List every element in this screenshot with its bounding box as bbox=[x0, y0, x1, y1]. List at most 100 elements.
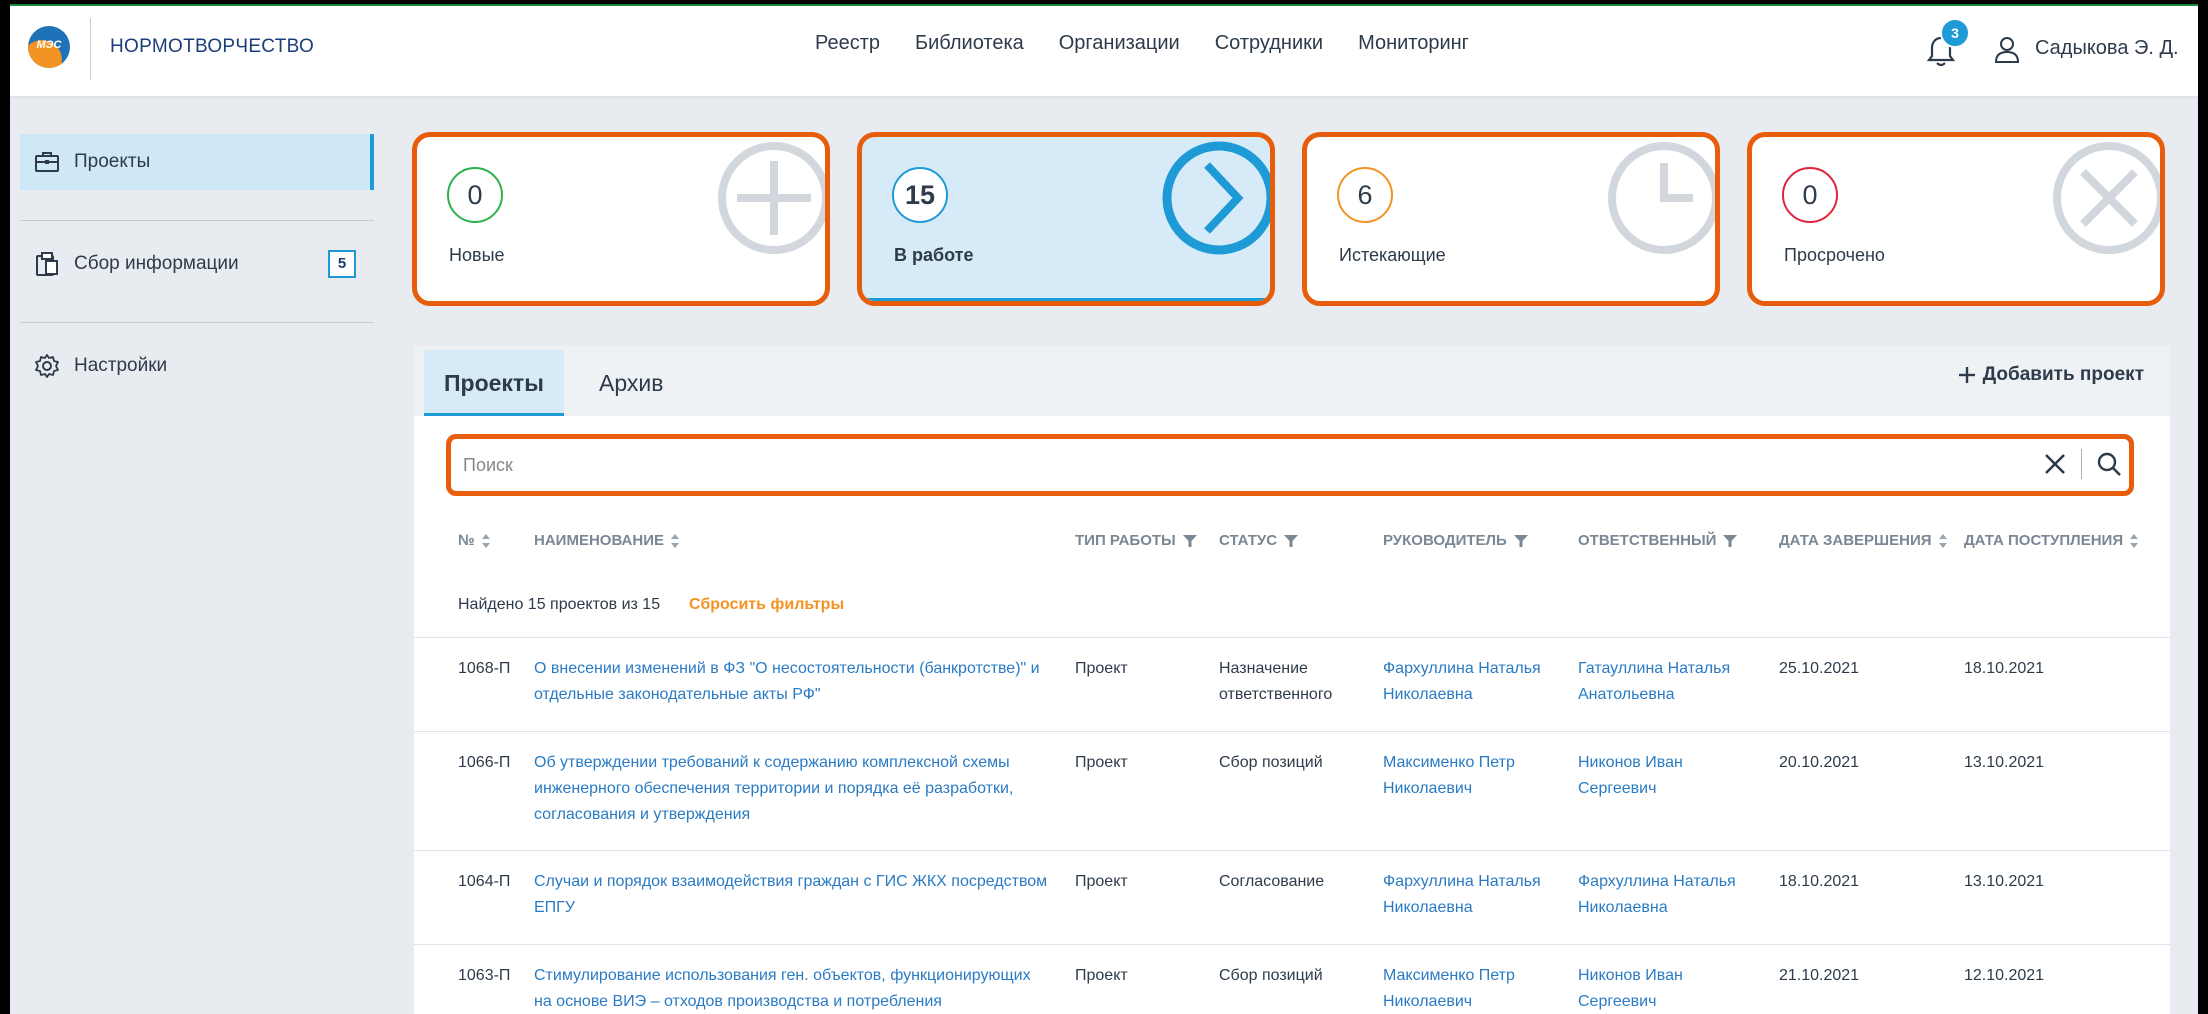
cell-responsible-line: Гатауллина Наталья bbox=[1578, 660, 1731, 677]
cell-head-line: Максименко Петр bbox=[1383, 754, 1515, 771]
sidebar-count-badge: 5 bbox=[328, 250, 356, 278]
row-divider bbox=[414, 944, 2170, 945]
main-nav: Реестр Библиотека Организации Сотрудники… bbox=[815, 32, 1469, 55]
cell-name-line: Стимулирование использования ген. объект… bbox=[534, 967, 1031, 984]
cell-responsible-line: Николаевна bbox=[1578, 899, 1668, 916]
nav-item-employees[interactable]: Сотрудники bbox=[1215, 32, 1323, 55]
cell-responsible[interactable]: Фархуллина Наталья Николаевна bbox=[1578, 869, 1768, 921]
cell-status: Согласование bbox=[1219, 869, 1379, 895]
filter-icon bbox=[1513, 534, 1528, 547]
add-project-button[interactable]: Добавить проект bbox=[1957, 364, 2144, 386]
cell-end-date: 20.10.2021 bbox=[1779, 754, 1860, 771]
sidebar-item-label: Настройки bbox=[74, 355, 168, 376]
cell-status-line: Сбор позиций bbox=[1219, 754, 1323, 771]
logo[interactable]: МЭС bbox=[28, 26, 70, 68]
cell-responsible-line: Сергеевич bbox=[1578, 780, 1657, 797]
card-count: 6 bbox=[1337, 167, 1393, 223]
briefcase-icon bbox=[35, 152, 59, 172]
card-in-progress[interactable]: 15 В работе bbox=[857, 132, 1275, 306]
column-header-end-date[interactable]: ДАТА ЗАВЕРШЕНИЯ bbox=[1779, 532, 1948, 549]
card-label: Просрочено bbox=[1784, 245, 1885, 265]
cell-head[interactable]: Фархуллина Наталья Николаевна bbox=[1383, 656, 1573, 708]
card-expiring[interactable]: 6 Истекающие bbox=[1302, 132, 1720, 306]
column-header-receipt-date[interactable]: ДАТА ПОСТУПЛЕНИЯ bbox=[1964, 532, 2139, 549]
cell-responsible[interactable]: Никонов Иван Сергеевич bbox=[1578, 963, 1768, 1014]
cell-end-date: 18.10.2021 bbox=[1779, 873, 1860, 890]
cell-name-line: О внесении изменений в ФЗ "О несостоятел… bbox=[534, 660, 1040, 677]
nav-item-registry[interactable]: Реестр bbox=[815, 32, 880, 55]
cell-status-line: Назначение bbox=[1219, 660, 1308, 677]
active-card-underline bbox=[862, 298, 1270, 301]
cell-number: 1068-П bbox=[458, 660, 511, 677]
cell-responsible-line: Никонов Иван bbox=[1578, 754, 1683, 771]
logo-divider bbox=[90, 18, 91, 80]
sidebar-item-projects[interactable]: Проекты bbox=[20, 134, 374, 190]
cell-name[interactable]: Случаи и порядок взаимодействия граждан … bbox=[534, 869, 1074, 921]
cell-number: 1063-П bbox=[458, 967, 511, 984]
column-header-responsible[interactable]: ОТВЕТСТВЕННЫЙ bbox=[1578, 532, 1738, 549]
sort-icon bbox=[670, 533, 679, 548]
cell-work-type: Проект bbox=[1075, 754, 1128, 771]
column-header-name[interactable]: НАИМЕНОВАНИЕ bbox=[534, 532, 680, 549]
notification-badge[interactable]: 3 bbox=[1940, 18, 1970, 48]
cell-name-line: Об утверждении требований к содержанию к… bbox=[534, 754, 1010, 771]
sidebar-divider bbox=[20, 322, 374, 323]
tab-projects[interactable]: Проекты bbox=[424, 350, 564, 416]
sort-icon bbox=[1938, 533, 1947, 548]
cell-responsible[interactable]: Гатауллина Наталья Анатольевна bbox=[1578, 656, 1768, 708]
nav-item-organizations[interactable]: Организации bbox=[1059, 32, 1180, 55]
nav-item-monitoring[interactable]: Мониторинг bbox=[1358, 32, 1469, 55]
cell-name[interactable]: Об утверждении требований к содержанию к… bbox=[534, 750, 1074, 828]
cell-head[interactable]: Максименко Петр Николаевич bbox=[1383, 750, 1573, 802]
clear-icon[interactable] bbox=[2042, 451, 2068, 477]
card-new[interactable]: 0 Новые bbox=[412, 132, 830, 306]
cell-name-line: на основе ВИЭ – отходов производства и п… bbox=[534, 993, 942, 1010]
gear-icon bbox=[35, 354, 59, 378]
search-divider bbox=[2081, 449, 2082, 479]
sort-icon bbox=[2130, 533, 2139, 548]
filter-icon bbox=[1723, 534, 1738, 547]
user-name[interactable]: Садыкова Э. Д. bbox=[2035, 37, 2179, 60]
cell-responsible-line: Фархуллина Наталья bbox=[1578, 873, 1736, 890]
plus-icon bbox=[1958, 367, 1975, 383]
column-header-number[interactable]: № bbox=[458, 532, 491, 549]
reset-filters-link[interactable]: Сбросить фильтры bbox=[689, 596, 844, 614]
nav-item-library[interactable]: Библиотека bbox=[915, 32, 1024, 55]
cell-receipt-date: 13.10.2021 bbox=[1964, 754, 2045, 771]
cell-head-line: Фархуллина Наталья bbox=[1383, 873, 1541, 890]
sidebar-item-info-collection[interactable]: Сбор информации 5 bbox=[20, 236, 374, 292]
search-icon[interactable] bbox=[2096, 451, 2122, 477]
add-project-label: Добавить проект bbox=[1982, 364, 2144, 385]
found-count: Найдено 15 проектов из 15 bbox=[458, 596, 661, 613]
filter-icon bbox=[1182, 534, 1197, 547]
user-icon[interactable] bbox=[1994, 36, 2020, 64]
column-header-status[interactable]: СТАТУС bbox=[1219, 532, 1299, 549]
cell-number: 1064-П bbox=[458, 873, 511, 890]
cell-status: Сбор позиций bbox=[1219, 750, 1379, 776]
search-input[interactable] bbox=[463, 451, 2003, 479]
card-label: В работе bbox=[894, 245, 974, 265]
sort-icon bbox=[481, 533, 490, 548]
tab-archive[interactable]: Архив bbox=[579, 350, 683, 416]
filter-icon bbox=[1284, 534, 1299, 547]
clipboard-icon bbox=[36, 252, 58, 276]
cell-work-type: Проект bbox=[1075, 967, 1128, 984]
column-header-work-type[interactable]: ТИП РАБОТЫ bbox=[1075, 532, 1198, 549]
cell-name[interactable]: О внесении изменений в ФЗ "О несостоятел… bbox=[534, 656, 1074, 708]
sidebar-item-label: Проекты bbox=[74, 151, 151, 172]
top-header: МЭС НОРМОТВОРЧЕСТВО Реестр Библиотека Ор… bbox=[10, 6, 2198, 96]
cell-end-date: 25.10.2021 bbox=[1779, 660, 1860, 677]
cell-head-line: Николаевна bbox=[1383, 899, 1473, 916]
card-overdue[interactable]: 0 Просрочено bbox=[1747, 132, 2165, 306]
cell-receipt-date: 18.10.2021 bbox=[1964, 660, 2045, 677]
cell-name-line: ЕПГУ bbox=[534, 899, 575, 916]
column-header-head[interactable]: РУКОВОДИТЕЛЬ bbox=[1383, 532, 1529, 549]
cell-head[interactable]: Максименко Петр Николаевич bbox=[1383, 963, 1573, 1014]
cell-responsible[interactable]: Никонов Иван Сергеевич bbox=[1578, 750, 1768, 802]
cell-head[interactable]: Фархуллина Наталья Николаевна bbox=[1383, 869, 1573, 921]
row-divider bbox=[414, 850, 2170, 851]
cell-head-line: Николаевич bbox=[1383, 993, 1473, 1010]
sidebar-item-settings[interactable]: Настройки bbox=[20, 338, 374, 394]
cell-name[interactable]: Стимулирование использования ген. объект… bbox=[534, 963, 1074, 1014]
cell-status-line: ответственного bbox=[1219, 686, 1333, 703]
